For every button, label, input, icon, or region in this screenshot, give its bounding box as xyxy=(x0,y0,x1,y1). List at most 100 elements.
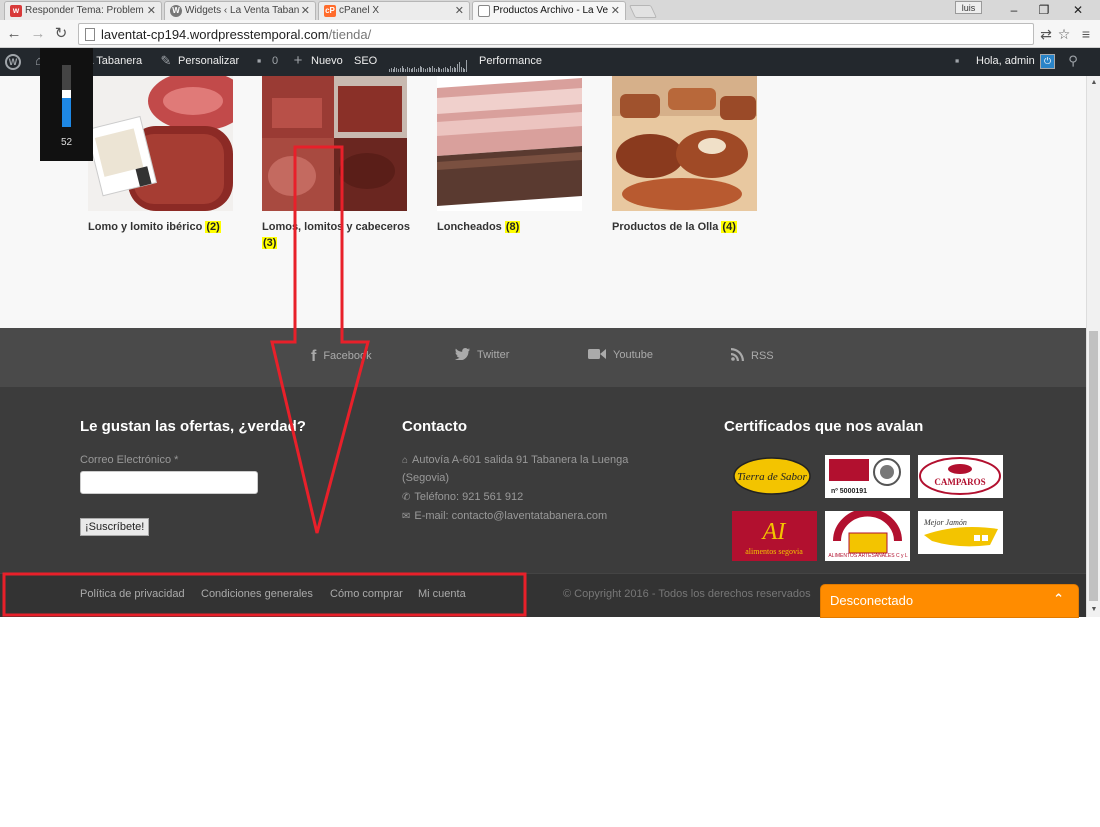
subscribe-button[interactable]: ¡Suscríbete! xyxy=(80,518,150,536)
browser-tab-widgets[interactable]: W Widgets ‹ La Venta Taban ✕ xyxy=(164,1,316,20)
contact-email[interactable]: ✉ E-mail: contacto@laventatabanera.com xyxy=(402,507,607,526)
tab-strip: w Responder Tema: Problem ✕ W Widgets ‹ … xyxy=(0,0,1100,20)
page-info-icon[interactable] xyxy=(85,28,95,41)
contact-address: ⌂ Autovía A-601 salida 91 Tabanera la Lue… xyxy=(402,451,628,470)
cert-logo-tierra-de-sabor[interactable]: Tierra de Sabor xyxy=(732,455,817,498)
search-icon[interactable]: ⚲ xyxy=(1065,53,1081,69)
fps-bar-fill xyxy=(62,98,71,127)
url-path: /tienda/ xyxy=(328,27,372,42)
product-image[interactable] xyxy=(88,76,233,211)
profile-badge[interactable]: luis xyxy=(955,1,982,14)
social-label: RSS xyxy=(751,350,774,362)
performance-graph-bar xyxy=(464,69,466,72)
newsletter-heading: Le gustan las ofertas, ¿verdad? xyxy=(80,418,306,435)
performance-graph-bar xyxy=(423,68,424,72)
social-link-youtube[interactable]: Youtube xyxy=(588,348,653,361)
forward-icon[interactable]: → xyxy=(28,24,48,44)
new-tab-button[interactable] xyxy=(628,5,658,18)
performance-graph-bar xyxy=(446,68,448,72)
cpanel-icon: cP xyxy=(324,5,336,17)
product-photo-olla xyxy=(612,76,757,211)
product-name: Lomo y lomito ibérico xyxy=(88,221,203,233)
cert-logo-alimentos-de-segovia[interactable]: AI alimentos segovia xyxy=(732,511,817,561)
close-window-icon[interactable]: ✕ xyxy=(1064,1,1092,19)
product-title[interactable]: Productos de la Olla (4) xyxy=(612,219,762,235)
product-categories: Lomo y lomito ibérico (2) Lomos, lomitos… xyxy=(0,76,1100,328)
performance-graph-bar xyxy=(460,67,462,72)
browser-tab-cpanel[interactable]: cP cPanel X ✕ xyxy=(318,1,470,20)
envelope-icon: ✉ xyxy=(402,511,411,522)
footer-link-my-account[interactable]: Mi cuenta xyxy=(418,588,466,600)
performance-graph-bar xyxy=(396,68,397,72)
product-image[interactable] xyxy=(437,76,582,211)
chat-widget[interactable]: Desconectado ⌃ xyxy=(821,585,1078,617)
performance-graph-bar xyxy=(412,68,414,72)
cert-logo-camparos[interactable]: CAMPAROS xyxy=(918,455,1003,498)
product-title[interactable]: Lomos, lomitos y cabeceros (3) xyxy=(262,219,412,251)
cert-logo-alimentos-artesanales[interactable]: ALIMENTOS ARTESANALES C y L xyxy=(825,511,910,561)
plus-icon: + xyxy=(293,52,303,69)
product-photo-loncheados xyxy=(437,76,582,211)
product-title[interactable]: Lomo y lomito ibérico (2) xyxy=(88,219,238,235)
translate-icon[interactable]: ⇄ xyxy=(1036,24,1056,44)
product-image[interactable] xyxy=(262,76,407,211)
wordpress-logo-icon[interactable]: W xyxy=(5,54,21,70)
product-count-badge: (2) xyxy=(205,221,221,233)
new-content-link[interactable]: Nuevo xyxy=(311,55,343,67)
browser-toolbar: ← → ↻ laventat-cp194.wordpresstemporal.c… xyxy=(0,20,1100,48)
social-link-twitter[interactable]: Twitter xyxy=(455,348,509,361)
social-link-rss[interactable]: RSS xyxy=(731,348,774,362)
cert-logo-text: Tierra de Sabor xyxy=(737,471,807,483)
close-icon[interactable]: ✕ xyxy=(611,4,620,17)
reload-icon[interactable]: ↻ xyxy=(51,24,71,44)
close-icon[interactable]: ✕ xyxy=(147,4,156,17)
chevron-up-icon[interactable]: ⌃ xyxy=(1053,591,1064,607)
performance-graph-bar xyxy=(426,68,428,72)
footer-link-terms[interactable]: Condiciones generales xyxy=(201,588,313,600)
bookmark-star-icon[interactable]: ☆ xyxy=(1054,24,1074,44)
admin-greeting[interactable]: Hola, admin xyxy=(976,55,1035,67)
screen-options-icon[interactable]: ▪ xyxy=(949,53,965,69)
page-scrollbar[interactable]: ▲ ▼ xyxy=(1086,76,1100,617)
footer-link-how-to-buy[interactable]: Cómo comprar xyxy=(330,588,403,600)
phone-icon: ✆ xyxy=(402,492,411,503)
close-icon[interactable]: ✕ xyxy=(301,4,310,17)
browser-tab-productos[interactable]: Productos Archivo - La Ve ✕ xyxy=(472,1,626,20)
close-icon[interactable]: ✕ xyxy=(455,4,464,17)
cert-logo-mejor-jamon[interactable]: Mejor Jamón xyxy=(918,511,1003,554)
contact-phone-text: Teléfono: 921 561 912 xyxy=(414,491,524,503)
url-text[interactable]: laventat-cp194.wordpresstemporal.com/tie… xyxy=(101,27,371,42)
twitter-icon xyxy=(455,348,470,360)
product-image[interactable] xyxy=(612,76,757,211)
fps-value: 52 xyxy=(60,137,73,148)
cert-logo-bureau-veritas[interactable]: nº 5000191 xyxy=(825,455,910,498)
newsletter-email-input[interactable] xyxy=(80,471,258,494)
product-name: Loncheados xyxy=(437,221,502,233)
scrollbar-thumb[interactable] xyxy=(1089,331,1098,601)
avatar[interactable]: ⏻ xyxy=(1040,54,1055,69)
menu-icon[interactable]: ≡ xyxy=(1076,24,1096,44)
footer-link-privacy[interactable]: Política de privacidad xyxy=(80,588,185,600)
customize-link[interactable]: Personalizar xyxy=(178,55,239,67)
social-link-facebook[interactable]: f Facebook xyxy=(311,348,372,366)
product-title[interactable]: Loncheados (8) xyxy=(437,219,587,235)
address-bar[interactable]: laventat-cp194.wordpresstemporal.com/tie… xyxy=(78,23,1034,45)
performance-graph-bar xyxy=(392,69,394,72)
performance-graph-bar xyxy=(410,69,412,72)
minimize-icon[interactable]: – xyxy=(1000,1,1028,19)
product-photo-lomos xyxy=(262,76,407,211)
social-label: Facebook xyxy=(323,350,372,362)
seo-menu[interactable]: SEO xyxy=(354,55,377,67)
performance-menu[interactable]: Performance xyxy=(479,55,542,67)
restore-icon[interactable]: ❐ xyxy=(1030,1,1058,19)
empty-area xyxy=(0,617,1100,827)
performance-graph-bar xyxy=(462,68,464,72)
scroll-down-arrow[interactable]: ▼ xyxy=(1087,603,1100,617)
facebook-icon: f xyxy=(311,348,317,365)
browser-tab-responder[interactable]: w Responder Tema: Problem ✕ xyxy=(4,1,162,20)
comment-icon: ▪ xyxy=(256,53,262,68)
tab-title: Widgets ‹ La Venta Taban xyxy=(185,5,300,16)
comments-count[interactable]: 0 xyxy=(272,55,278,67)
back-icon[interactable]: ← xyxy=(4,24,24,44)
scroll-up-arrow[interactable]: ▲ xyxy=(1087,76,1100,90)
